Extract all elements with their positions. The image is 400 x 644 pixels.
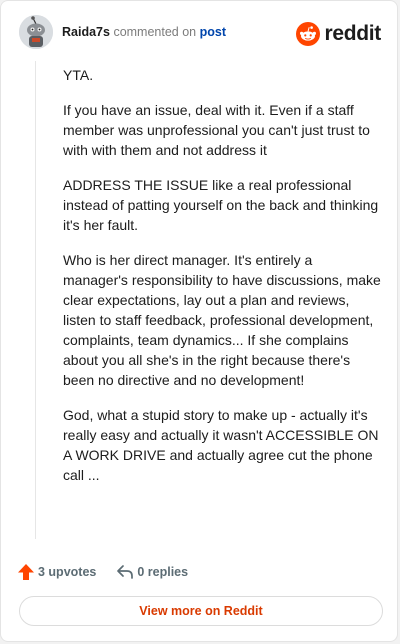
user-avatar[interactable]: [19, 15, 53, 49]
comment-paragraph: God, what a stupid story to make up - ac…: [63, 407, 379, 483]
thread-line: [35, 61, 36, 539]
comment-paragraph: If you have an issue, deal with it. Even…: [63, 102, 370, 158]
upvote-button[interactable]: 3 upvotes: [17, 563, 96, 581]
comment-body: YTA. If you have an issue, deal with it.…: [63, 65, 381, 500]
reddit-logo-icon: [296, 22, 321, 46]
post-link[interactable]: post: [200, 25, 226, 39]
comment-paragraph: Who is her direct manager. It's entirely…: [63, 252, 381, 388]
reply-icon: [117, 565, 134, 579]
snoo-avatar-icon: [19, 15, 53, 49]
reddit-brand[interactable]: reddit: [296, 21, 381, 47]
embed-card: Raida7s commented on post reddit YTA. If…: [0, 0, 398, 642]
comment-actions: 3 upvotes 0 replies: [17, 561, 188, 583]
reply-count: 0 replies: [137, 565, 189, 579]
brand-wordmark: reddit: [324, 22, 381, 45]
comment-meta: Raida7s commented on post: [62, 25, 226, 39]
username[interactable]: Raida7s: [62, 25, 110, 39]
comment-paragraph: ADDRESS THE ISSUE like a real profession…: [63, 177, 379, 233]
comment-header: Raida7s commented on post reddit: [19, 15, 381, 55]
view-more-button[interactable]: View more on Reddit: [19, 596, 383, 626]
replies-button[interactable]: 0 replies: [116, 563, 188, 581]
upvote-arrow-icon: [18, 564, 34, 580]
comment-paragraph: YTA.: [63, 67, 94, 83]
action-text: commented on: [113, 25, 197, 39]
upvote-count: 3 upvotes: [38, 565, 97, 579]
